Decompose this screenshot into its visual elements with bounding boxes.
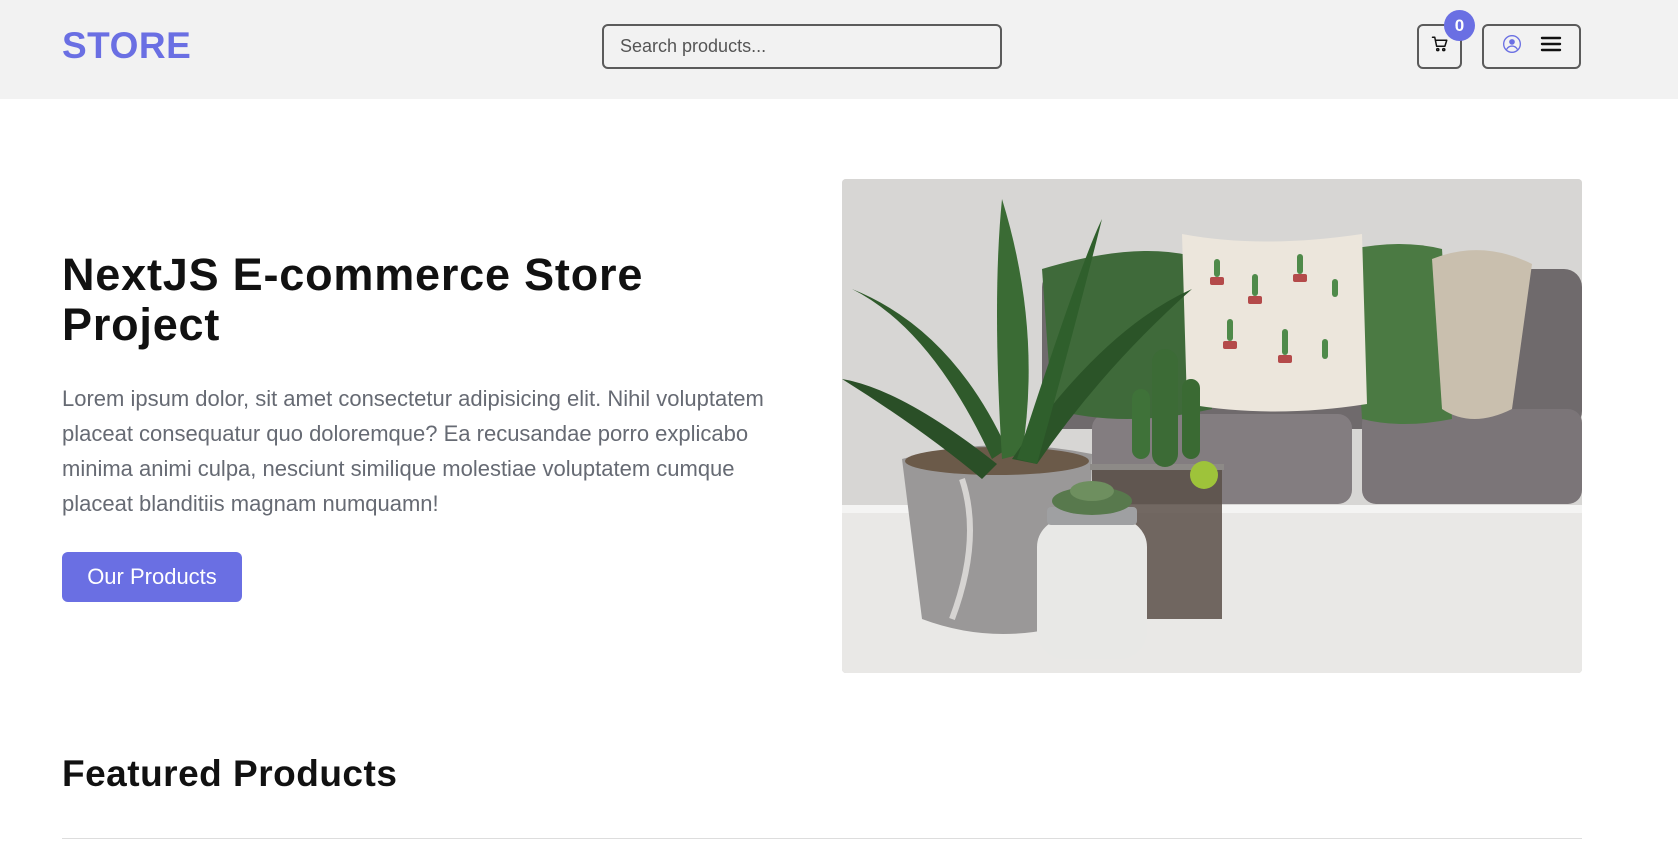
- hero-title: NextJS E-commerce Store Project: [62, 249, 644, 350]
- user-circle-icon: [1502, 34, 1522, 59]
- cart-icon: [1431, 35, 1449, 58]
- search-input[interactable]: [602, 24, 1002, 69]
- hamburger-menu-icon: [1540, 35, 1562, 58]
- user-menu-button[interactable]: [1482, 24, 1581, 69]
- site-header: STORE 0: [0, 0, 1678, 99]
- hero-description: Lorem ipsum dolor, sit amet consectetur …: [62, 386, 764, 516]
- hero-image: [842, 179, 1582, 673]
- our-products-button[interactable]: Our Products: [62, 552, 242, 602]
- section-divider: [62, 838, 1582, 839]
- store-logo[interactable]: STORE: [62, 24, 191, 68]
- cart-count-badge: 0: [1444, 10, 1475, 41]
- featured-products-heading: Featured Products: [62, 753, 398, 794]
